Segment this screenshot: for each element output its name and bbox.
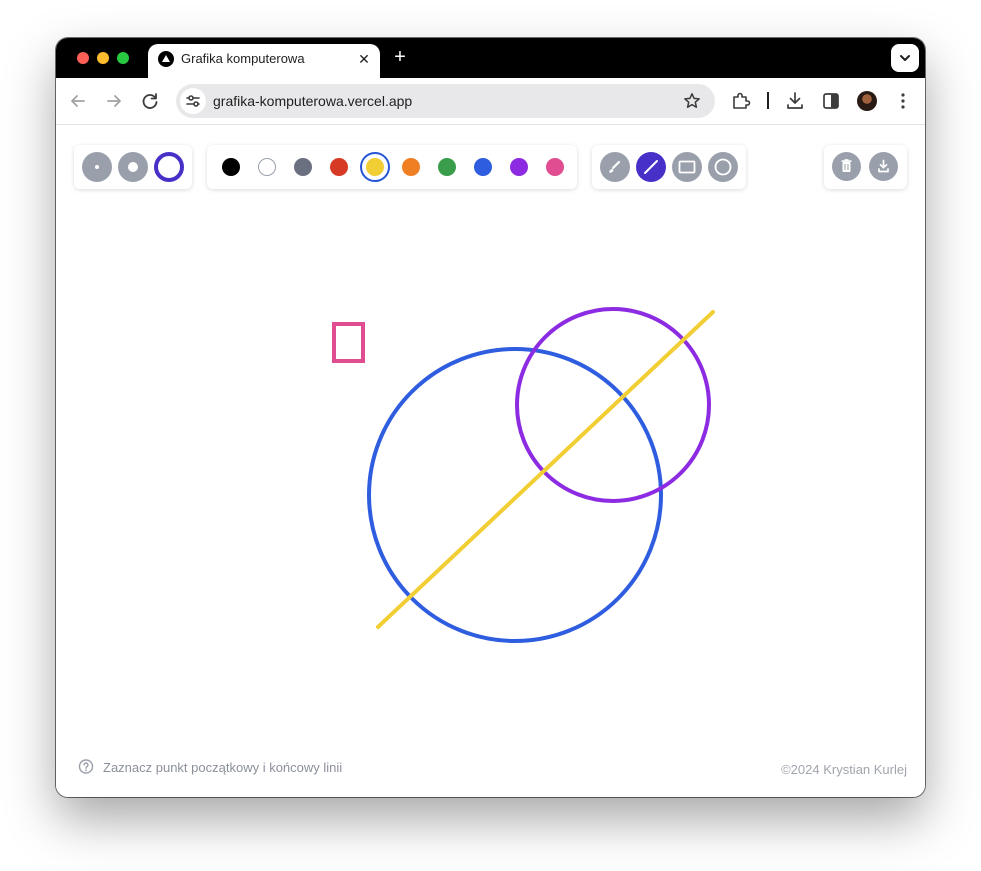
vercel-favicon-icon [158,51,174,67]
color-swatch-purple[interactable] [510,158,528,176]
size-small-button[interactable] [82,152,112,182]
window-minimize-button[interactable] [97,52,109,64]
selected-color-ring [360,152,390,182]
more-menu-icon[interactable] [892,90,914,112]
color-swatch-gray[interactable] [294,158,312,176]
circle-icon [714,158,732,176]
site-settings-icon[interactable] [180,88,206,114]
bookmark-star-icon[interactable] [683,92,701,110]
color-swatch-white[interactable] [258,158,276,176]
browser-window: Grafika komputerowa ✕ + grafika-komputer… [56,38,925,797]
profile-avatar[interactable] [857,91,877,111]
dot-medium-icon [128,162,138,172]
forward-arrow-icon[interactable] [102,89,126,113]
tab-title: Grafika komputerowa [181,51,305,66]
blue-circle-shape [367,347,663,643]
hint-text: Zaznacz punkt początkowy i końcowy linii [103,760,343,775]
pink-rectangle-shape [332,322,365,363]
trash-icon [841,159,852,172]
app-page: Zaznacz punkt początkowy i końcowy linii… [56,125,925,797]
color-swatch-orange[interactable] [402,158,420,176]
size-medium-button[interactable] [118,152,148,182]
chevron-down-icon [900,55,910,61]
yellow-line-shape [376,310,715,629]
url-text: grafika-komputerowa.vercel.app [213,93,413,109]
window-close-button[interactable] [77,52,89,64]
line-icon [644,160,658,174]
tab-bar: Grafika komputerowa ✕ + [56,38,925,78]
help-question-icon [78,759,94,774]
downloads-icon[interactable] [784,90,806,112]
clear-canvas-button[interactable] [832,152,861,181]
tool-panel [592,145,746,189]
dot-small-icon [95,165,99,169]
new-tab-button[interactable]: + [390,47,410,67]
color-swatch-pink[interactable] [546,158,564,176]
brush-size-panel [74,145,192,189]
window-maximize-button[interactable] [117,52,129,64]
color-panel [207,145,577,189]
extensions-puzzle-icon[interactable] [730,90,752,112]
tab-close-icon[interactable]: ✕ [356,51,372,67]
tab-search-button[interactable] [891,44,919,72]
rectangle-tool-button[interactable] [672,152,702,182]
drawing-canvas[interactable] [56,125,925,797]
color-swatch-red[interactable] [330,158,348,176]
copyright-text: ©2024 Krystian Kurlej [781,762,907,777]
line-tool-button[interactable] [636,152,666,182]
brush-tool-button[interactable] [600,152,630,182]
reload-icon[interactable] [138,89,162,113]
download-icon [878,159,889,173]
action-panel [824,145,907,189]
side-panel-icon[interactable] [820,90,842,112]
color-swatch-black[interactable] [222,158,240,176]
browser-tab[interactable]: Grafika komputerowa ✕ [148,44,380,78]
rectangle-icon [678,160,696,174]
back-arrow-icon[interactable] [66,89,90,113]
color-swatch-green[interactable] [438,158,456,176]
color-swatch-blue[interactable] [474,158,492,176]
toolbar-divider [767,92,769,109]
address-bar[interactable]: grafika-komputerowa.vercel.app [176,84,715,118]
browser-toolbar: grafika-komputerowa.vercel.app [56,78,925,125]
size-large-button[interactable] [154,152,184,182]
download-image-button[interactable] [869,152,898,181]
brush-icon [609,160,621,173]
circle-tool-button[interactable] [708,152,738,182]
